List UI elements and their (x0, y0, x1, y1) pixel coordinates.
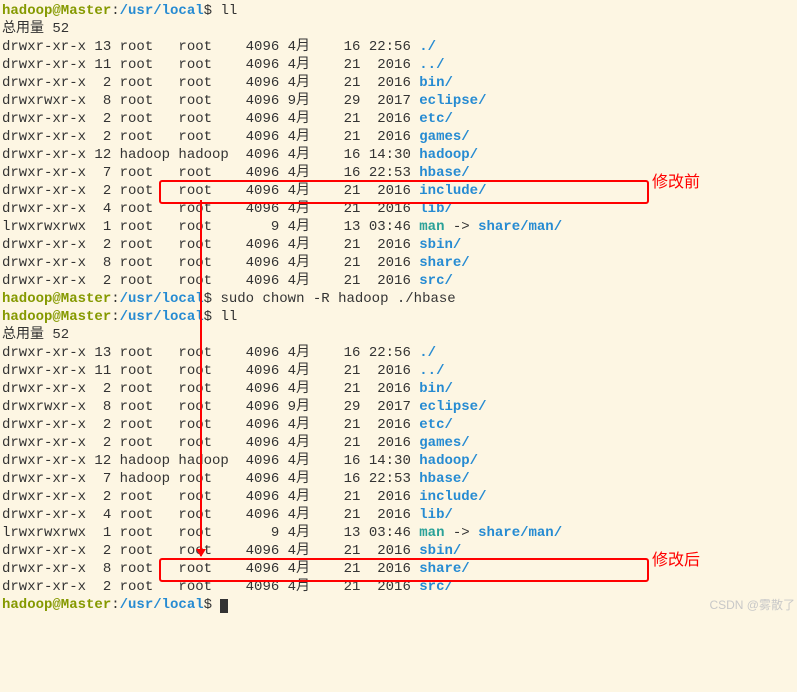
ls-row: drwxr-xr-x 2 root root 4096 4月 21 2016 s… (2, 236, 797, 254)
ls-row: drwxr-xr-x 2 root root 4096 4月 21 2016 e… (2, 416, 797, 434)
ls-row: drwxr-xr-x 12 hadoop hadoop 4096 4月 16 1… (2, 146, 797, 164)
annotation-label-after: 修改后 (652, 552, 700, 570)
terminal-output: hadoop@Master:/usr/local$ ll总用量 52drwxr-… (2, 2, 797, 614)
cursor (220, 599, 228, 613)
ls-row: drwxr-xr-x 12 hadoop hadoop 4096 4月 16 1… (2, 452, 797, 470)
ls-row: drwxr-xr-x 4 root root 4096 4月 21 2016 l… (2, 506, 797, 524)
prompt-line[interactable]: hadoop@Master:/usr/local$ (2, 596, 797, 614)
ls-row: drwxr-xr-x 4 root root 4096 4月 21 2016 l… (2, 200, 797, 218)
prompt-line[interactable]: hadoop@Master:/usr/local$ sudo chown -R … (2, 290, 797, 308)
ls-row: drwxr-xr-x 7 hadoop root 4096 4月 16 22:5… (2, 470, 797, 488)
prompt-line[interactable]: hadoop@Master:/usr/local$ ll (2, 308, 797, 326)
prompt-line[interactable]: hadoop@Master:/usr/local$ ll (2, 2, 797, 20)
ls-row: drwxr-xr-x 2 root root 4096 4月 21 2016 e… (2, 110, 797, 128)
ls-row: drwxrwxr-x 8 root root 4096 9月 29 2017 e… (2, 92, 797, 110)
ls-row: drwxr-xr-x 2 root root 4096 4月 21 2016 g… (2, 128, 797, 146)
total-line: 总用量 52 (2, 326, 797, 344)
ls-row: drwxr-xr-x 2 root root 4096 4月 21 2016 g… (2, 434, 797, 452)
ls-row: drwxr-xr-x 2 root root 4096 4月 21 2016 s… (2, 578, 797, 596)
ls-row: drwxr-xr-x 2 root root 4096 4月 21 2016 i… (2, 488, 797, 506)
ls-row: drwxr-xr-x 2 root root 4096 4月 21 2016 b… (2, 380, 797, 398)
total-line: 总用量 52 (2, 20, 797, 38)
ls-row: drwxr-xr-x 8 root root 4096 4月 21 2016 s… (2, 254, 797, 272)
ls-row: drwxr-xr-x 2 root root 4096 4月 21 2016 b… (2, 74, 797, 92)
watermark: CSDN @雾散了 (709, 596, 795, 614)
ls-row: drwxr-xr-x 13 root root 4096 4月 16 22:56… (2, 344, 797, 362)
ls-row: drwxr-xr-x 13 root root 4096 4月 16 22:56… (2, 38, 797, 56)
ls-row: drwxr-xr-x 2 root root 4096 4月 21 2016 s… (2, 272, 797, 290)
ls-row: drwxrwxr-x 8 root root 4096 9月 29 2017 e… (2, 398, 797, 416)
ls-row: lrwxrwxrwx 1 root root 9 4月 13 03:46 man… (2, 524, 797, 542)
ls-row: drwxr-xr-x 11 root root 4096 4月 21 2016 … (2, 362, 797, 380)
ls-row: drwxr-xr-x 11 root root 4096 4月 21 2016 … (2, 56, 797, 74)
annotation-label-before: 修改前 (652, 174, 700, 192)
ls-row: lrwxrwxrwx 1 root root 9 4月 13 03:46 man… (2, 218, 797, 236)
